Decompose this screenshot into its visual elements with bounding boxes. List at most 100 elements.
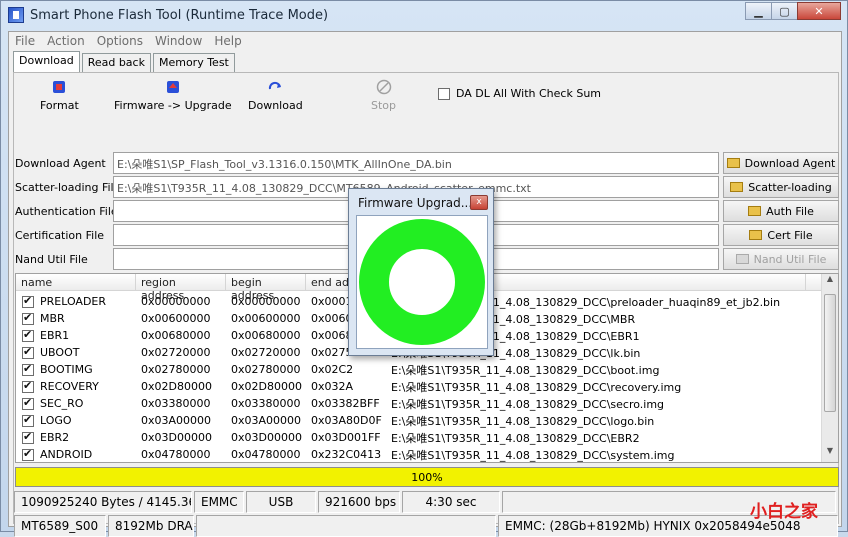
- maximize-icon: ▢: [779, 4, 790, 18]
- auth-button[interactable]: Auth File: [723, 200, 839, 222]
- begin-address: 0x02780000: [231, 363, 301, 376]
- scatter-button-label: Scatter-loading: [748, 180, 832, 194]
- scroll-thumb[interactable]: [824, 294, 836, 412]
- firmware-upgrade-icon: [166, 81, 179, 93]
- region-address: 0x02D80000: [141, 380, 212, 393]
- dialog-close-button[interactable]: x: [470, 195, 488, 210]
- tab-memory-test[interactable]: Memory Test: [152, 53, 235, 72]
- row-checkbox[interactable]: [22, 329, 34, 342]
- row-checkbox[interactable]: [22, 346, 34, 359]
- status-bar-2: MT6589_S00 8192Mb DRAM EMMC: (28Gb+8192M…: [14, 515, 840, 537]
- table-row[interactable]: SEC_RO 0x03380000 0x03380000 0x03382BFF E:\朵…: [16, 395, 822, 412]
- begin-address: 0x02D80000: [231, 380, 302, 393]
- download-agent-button[interactable]: Download Agent: [723, 152, 839, 174]
- menu-file[interactable]: File: [9, 32, 41, 51]
- scatter-button[interactable]: Scatter-loading: [723, 176, 839, 198]
- begin-address: 0x00000000: [231, 295, 301, 308]
- dialog-body: [356, 215, 488, 349]
- download-button[interactable]: Download: [248, 79, 303, 112]
- scroll-down-icon[interactable]: ▼: [822, 446, 838, 462]
- folder-icon: [726, 158, 740, 168]
- region-address: 0x02720000: [141, 346, 211, 359]
- col-name[interactable]: name: [16, 274, 136, 290]
- table-row[interactable]: LOGO 0x03A00000 0x03A00000 0x03A80D0F E:\朵唯S…: [16, 412, 822, 429]
- nand-button-label: Nand Util File: [753, 252, 827, 266]
- progress-text: 100%: [411, 471, 443, 484]
- menu-window[interactable]: Window: [149, 32, 208, 51]
- table-row[interactable]: ANDROID 0x04780000 0x04780000 0x232C0413 E:\…: [16, 446, 822, 462]
- end-address: 0x03D001FF: [311, 431, 381, 444]
- checksum-checkbox[interactable]: [438, 87, 450, 100]
- download-icon: [269, 81, 282, 90]
- row-checkbox[interactable]: [22, 380, 34, 393]
- close-icon: x: [476, 197, 482, 207]
- partition-name: BOOTIMG: [40, 363, 93, 376]
- file-location: E:\朵唯S1\T935R_11_4.08_130829_DCC\recover…: [391, 380, 682, 394]
- window-controls: ▁ ▢ ✕: [745, 2, 841, 20]
- folder-icon: [735, 254, 749, 264]
- row-checkbox[interactable]: [22, 448, 34, 461]
- toolbar: Format Firmware -> Upgrade Download Stop…: [14, 79, 834, 119]
- close-button[interactable]: ✕: [797, 2, 841, 20]
- table-row[interactable]: EBR2 0x03D00000 0x03D00000 0x03D001FF E:\朵唯S…: [16, 429, 822, 446]
- begin-address: 0x03380000: [231, 397, 301, 410]
- status-blank: [196, 515, 496, 537]
- format-label: Format: [40, 99, 79, 112]
- row-checkbox[interactable]: [22, 295, 34, 308]
- download-agent-field[interactable]: E:\朵唯S1\SP_Flash_Tool_v3.1316.0.150\MTK_…: [113, 152, 719, 174]
- download-label: Download: [248, 99, 303, 112]
- row-checkbox[interactable]: [22, 397, 34, 410]
- row-checkbox[interactable]: [22, 363, 34, 376]
- table-scrollbar[interactable]: ▲ ▼: [821, 274, 838, 462]
- menu-options[interactable]: Options: [91, 32, 149, 51]
- stop-icon: [376, 79, 391, 95]
- partition-name: RECOVERY: [40, 380, 99, 393]
- status-chip: MT6589_S00: [14, 515, 106, 537]
- scatter-label: Scatter-loading File: [15, 181, 121, 194]
- tab-download[interactable]: Download: [13, 51, 80, 72]
- maximize-button[interactable]: ▢: [771, 2, 798, 20]
- status-port: USB: [246, 491, 316, 513]
- progress-bar: 100%: [15, 467, 839, 487]
- menu-help[interactable]: Help: [208, 32, 247, 51]
- scroll-up-icon[interactable]: ▲: [822, 274, 838, 290]
- cert-button[interactable]: Cert File: [723, 224, 839, 246]
- auth-label: Authentication File: [15, 205, 118, 218]
- begin-address: 0x03D00000: [231, 431, 302, 444]
- dialog-title: Firmware Upgrad...: [358, 196, 473, 210]
- begin-address: 0x00600000: [231, 312, 301, 325]
- end-address: 0x032A: [311, 380, 354, 393]
- firmware-upgrade-dialog: Firmware Upgrad... x: [348, 188, 494, 356]
- menu-bar: File Action Options Window Help: [9, 32, 841, 51]
- begin-address: 0x04780000: [231, 448, 301, 461]
- col-region[interactable]: region address: [136, 274, 226, 302]
- title-bar[interactable]: Smart Phone Flash Tool (Runtime Trace Mo…: [1, 1, 847, 31]
- minimize-button[interactable]: ▁: [745, 2, 772, 20]
- menu-action[interactable]: Action: [41, 32, 91, 51]
- minimize-icon: ▁: [754, 4, 763, 18]
- partition-name: EBR2: [40, 431, 70, 444]
- begin-address: 0x00680000: [231, 329, 301, 342]
- status-storage: EMMC: [194, 491, 244, 513]
- download-agent-button-label: Download Agent: [744, 156, 836, 170]
- nand-button[interactable]: Nand Util File: [723, 248, 839, 270]
- table-row[interactable]: RECOVERY 0x02D80000 0x02D80000 0x032A E:\朵唯S…: [16, 378, 822, 395]
- table-row[interactable]: BOOTIMG 0x02780000 0x02780000 0x02C2 E:\朵唯S1…: [16, 361, 822, 378]
- download-agent-label: Download Agent: [15, 157, 106, 170]
- region-address: 0x00600000: [141, 312, 211, 325]
- end-address: 0x232C0413: [311, 448, 382, 461]
- row-checkbox[interactable]: [22, 431, 34, 444]
- tab-read-back[interactable]: Read back: [81, 53, 151, 72]
- end-address: 0x03382BFF: [311, 397, 380, 410]
- row-checkbox[interactable]: [22, 312, 34, 325]
- row-checkbox[interactable]: [22, 414, 34, 427]
- col-begin[interactable]: begin address: [226, 274, 306, 302]
- stop-button[interactable]: Stop: [371, 79, 396, 112]
- begin-address: 0x03A00000: [231, 414, 302, 427]
- region-address: 0x00680000: [141, 329, 211, 342]
- firmware-upgrade-button[interactable]: Firmware -> Upgrade: [114, 79, 232, 112]
- checksum-option[interactable]: DA DL All With Check Sum: [438, 87, 601, 100]
- format-button[interactable]: Format: [40, 79, 79, 112]
- window-title: Smart Phone Flash Tool (Runtime Trace Mo…: [30, 8, 329, 23]
- folder-icon: [730, 182, 744, 192]
